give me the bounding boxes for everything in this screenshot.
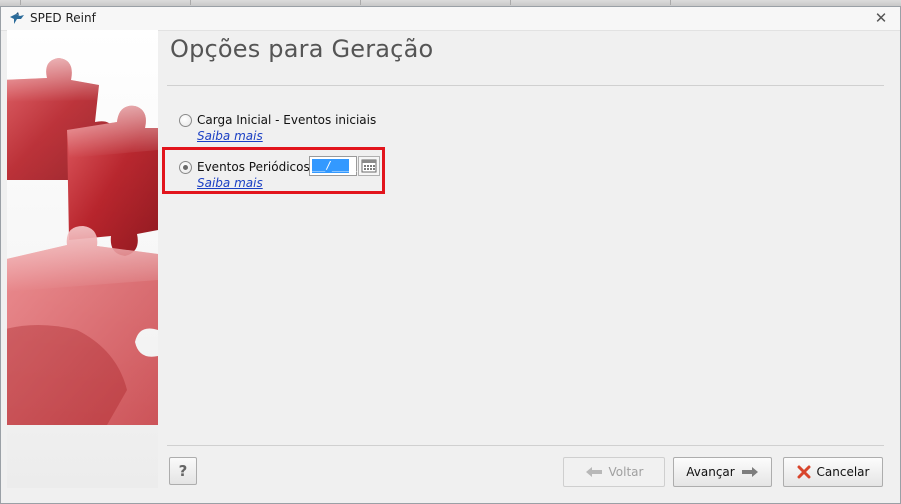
radio-eventos-periodicos[interactable] xyxy=(179,161,192,174)
calendar-icon xyxy=(361,159,377,173)
radio-carga-inicial[interactable] xyxy=(179,114,192,127)
help-button[interactable]: ? xyxy=(169,457,197,485)
page-title: Opções para Geração xyxy=(170,35,434,63)
cancel-label: Cancelar xyxy=(816,465,870,479)
wizard-content: Opções para Geração Carga Inicial - Even… xyxy=(159,30,892,488)
arrow-left-icon xyxy=(585,467,602,477)
option-label: Eventos Periódicos xyxy=(197,160,310,174)
back-button[interactable]: Voltar xyxy=(563,457,665,487)
title-bar: SPED Reinf ✕ xyxy=(1,7,900,31)
red-x-icon xyxy=(797,465,811,479)
calendar-button[interactable] xyxy=(358,156,380,176)
period-input[interactable]: __/____ xyxy=(309,156,359,176)
taskbar-segment xyxy=(190,0,361,5)
next-label: Avançar xyxy=(686,465,735,479)
taskbar-segment xyxy=(510,0,671,5)
close-button[interactable]: ✕ xyxy=(870,9,892,28)
taskbar-segment xyxy=(20,0,191,5)
taskbar-segment xyxy=(360,0,511,5)
back-label: Voltar xyxy=(608,465,644,479)
next-button[interactable]: Avançar xyxy=(673,457,772,487)
window-title: SPED Reinf xyxy=(30,11,96,25)
saiba-mais-link[interactable]: Saiba mais xyxy=(197,129,263,143)
arrow-right-icon xyxy=(741,467,758,477)
wizard-side-image xyxy=(7,30,158,488)
taskbar-segment xyxy=(0,0,21,5)
cancel-button[interactable]: Cancelar xyxy=(783,457,883,487)
sped-bird-icon xyxy=(10,12,24,24)
puzzle-pieces-illustration xyxy=(7,30,158,488)
option-label: Carga Inicial - Eventos iniciais xyxy=(197,113,377,127)
saiba-mais-link[interactable]: Saiba mais xyxy=(197,176,263,190)
divider xyxy=(167,445,884,446)
period-value: __/____ xyxy=(312,159,359,173)
divider xyxy=(167,85,884,86)
